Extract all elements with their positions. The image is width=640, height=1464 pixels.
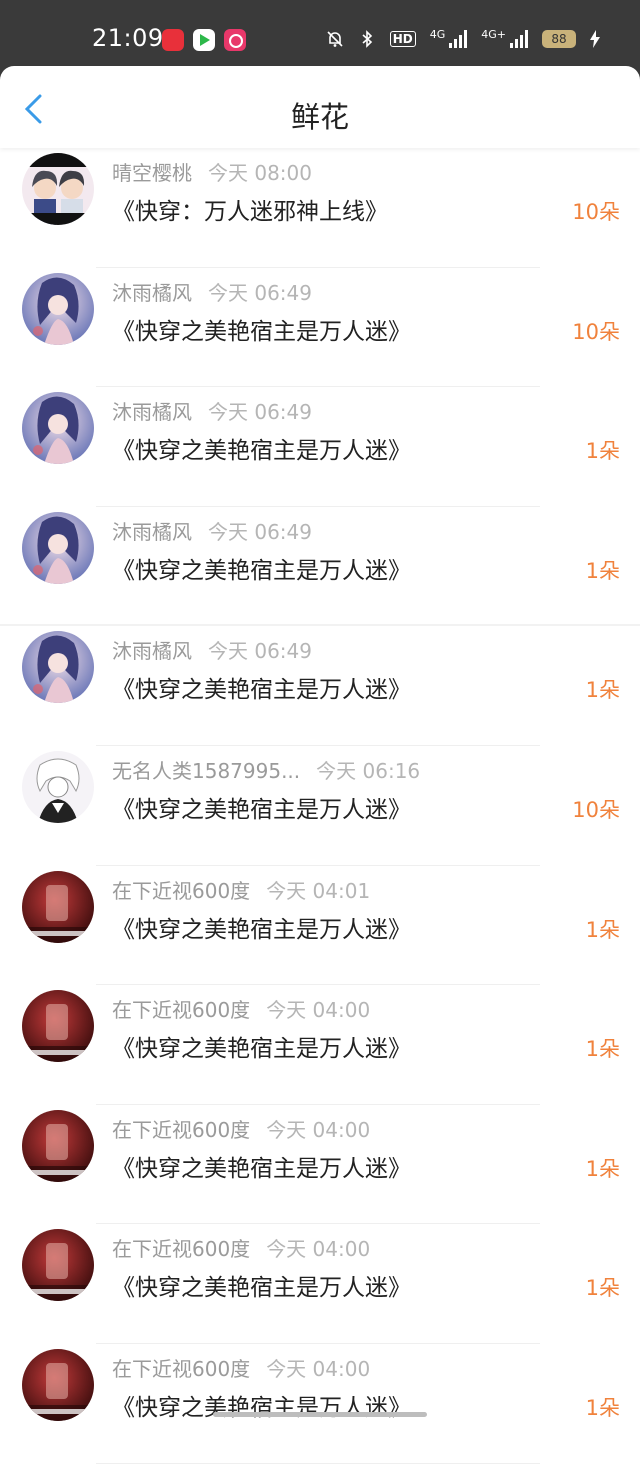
avatar[interactable] [22,1109,94,1182]
flower-count: 10朵 [572,200,620,224]
timestamp: 今天 08:00 [208,161,312,185]
flower-count: 1朵 [585,439,620,464]
donor-meta: 在下近视600度 今天 04:00 [112,1353,370,1382]
status-time: 21:09 [92,24,164,52]
timestamp: 今天 04:00 [266,1237,371,1262]
book-title[interactable]: 《快穿之美艳宿主是万人迷》 [112,312,411,346]
avatar[interactable] [22,272,94,345]
book-title[interactable]: 《快穿之美艳宿主是万人迷》 [112,1268,411,1302]
list-item[interactable]: 无名人类1587995... 今天 06:16 《快穿之美艳宿主是万人迷》 10朵 [0,746,640,866]
user-name[interactable]: 在下近视600度 [112,879,250,903]
book-title[interactable]: 《快穿之美艳宿主是万人迷》 [112,790,411,824]
list-item[interactable]: 沐雨橘风 今天 06:49 《快穿之美艳宿主是万人迷》 10朵 [0,268,640,388]
flower-count: 10朵 [572,319,620,344]
donor-meta: 在下近视600度 今天 04:00 [112,994,370,1023]
user-name[interactable]: 在下近视600度 [112,1357,250,1381]
list-item[interactable]: 在下近视600度 今天 04:00 《快穿之美艳宿主是万人迷》 1朵 [0,985,640,1105]
flower-count: 1朵 [585,558,620,583]
avatar[interactable] [22,1229,94,1302]
flower-count: 1朵 [585,1276,620,1301]
timestamp: 今天 04:00 [266,1117,371,1142]
page-title: 鲜花 [290,100,349,134]
donor-meta: 晴空樱桃 今天 08:00 [112,157,312,186]
flower-list: 晴空樱桃 今天 08:00 《快穿：万人迷邪神上线》 10朵 沐雨橘风 今天 06:49 《… [0,148,640,1464]
book-title[interactable]: 《快穿之美艳宿主是万人迷》 [112,551,411,585]
book-title[interactable]: 《快穿之美艳宿主是万人迷》 [112,910,411,944]
home-indicator[interactable] [213,1412,427,1417]
signal-icon [449,30,468,48]
book-title[interactable]: 《快穿之美艳宿主是万人迷》 [112,1029,411,1063]
list-item[interactable]: 在下近视600度 今天 04:00 《快穿之美艳宿主是万人迷》 1朵 [0,1224,640,1344]
user-name[interactable]: 晴空樱桃 [112,161,192,185]
list-item[interactable]: 沐雨橘风 今天 06:49 《快穿之美艳宿主是万人迷》 1朵 [0,626,640,746]
hd-badge: HD [389,31,416,47]
list-item[interactable]: 晴空樱桃 今天 08:00 《快穿：万人迷邪神上线》 10朵 [0,148,640,268]
mute-bell-icon [327,31,343,47]
list-item[interactable]: 在下近视600度 今天 04:01 《快穿之美艳宿主是万人迷》 1朵 [0,866,640,986]
header: 鲜花 [0,66,640,148]
donor-meta: 在下近视600度 今天 04:01 [112,875,370,904]
timestamp: 今天 04:00 [266,998,371,1023]
app-notification-icon [162,29,184,51]
timestamp: 今天 06:49 [208,519,312,544]
network-4g-plus-label: 4G+ [481,27,506,41]
donor-meta: 沐雨橘风 今天 06:49 [112,277,312,306]
donor-meta: 沐雨橘风 今天 06:49 [112,635,312,664]
timestamp: 今天 06:49 [208,400,312,425]
flower-count: 10朵 [572,797,620,822]
user-name[interactable]: 在下近视600度 [112,1237,250,1261]
signal-icon-2 [510,30,528,48]
user-name[interactable]: 沐雨橘风 [112,520,192,544]
book-title[interactable]: 《快穿：万人迷邪神上线》 [112,192,388,226]
book-title[interactable]: 《快穿之美艳宿主是万人迷》 [112,1149,411,1183]
music-app-icon [224,29,246,51]
bluetooth-icon [362,30,372,48]
flower-count: 1朵 [585,917,620,942]
avatar[interactable] [22,870,94,943]
list-item[interactable]: 在下近视600度 今天 04:00 《快穿之美艳宿主是万人迷》 1朵 [0,1105,640,1225]
battery-icon: 88 [542,30,576,48]
avatar[interactable] [22,990,94,1063]
list-item[interactable]: 沐雨橘风 今天 06:49 《快穿之美艳宿主是万人迷》 1朵 [0,387,640,507]
avatar[interactable] [22,631,94,704]
timestamp: 今天 06:49 [208,639,312,664]
timestamp: 今天 04:00 [266,1356,371,1381]
donor-meta: 沐雨橘风 今天 06:49 [112,516,312,545]
timestamp: 今天 06:16 [316,758,421,783]
flower-count: 1朵 [585,1156,620,1181]
user-name[interactable]: 在下近视600度 [112,998,250,1022]
book-title[interactable]: 《快穿之美艳宿主是万人迷》 [112,670,411,704]
book-title[interactable]: 《快穿之美艳宿主是万人迷》 [112,431,411,465]
timestamp: 今天 04:01 [266,878,371,903]
list-item[interactable]: 沐雨橘风 今天 06:49 《快穿之美艳宿主是万人迷》 1朵 [0,507,640,627]
user-name[interactable]: 沐雨橘风 [112,281,192,305]
video-app-icon [193,29,215,51]
avatar[interactable] [22,750,94,823]
divider [96,1462,540,1464]
list-item[interactable]: 在下近视600度 今天 04:00 《快穿之美艳宿主是万人迷》 1朵 [0,1344,640,1464]
avatar[interactable] [22,1348,94,1421]
donor-meta: 无名人类1587995... 今天 06:16 [112,755,420,784]
user-name[interactable]: 沐雨橘风 [112,400,192,424]
flower-count: 1朵 [585,1395,620,1420]
avatar[interactable] [22,392,94,465]
avatar[interactable] [22,153,94,225]
user-name[interactable]: 无名人类1587995... [112,759,300,783]
donor-meta: 在下近视600度 今天 04:00 [112,1114,370,1143]
user-name[interactable]: 在下近视600度 [112,1118,250,1142]
donor-meta: 沐雨橘风 今天 06:49 [112,396,312,425]
flower-count: 1朵 [585,1037,620,1062]
donor-meta: 在下近视600度 今天 04:00 [112,1233,370,1262]
charging-icon [590,30,600,48]
user-name[interactable]: 沐雨橘风 [112,639,192,663]
avatar[interactable] [22,511,94,584]
timestamp: 今天 06:49 [208,280,312,305]
network-4g-label: 4G [429,27,446,41]
flower-count: 1朵 [585,678,620,703]
